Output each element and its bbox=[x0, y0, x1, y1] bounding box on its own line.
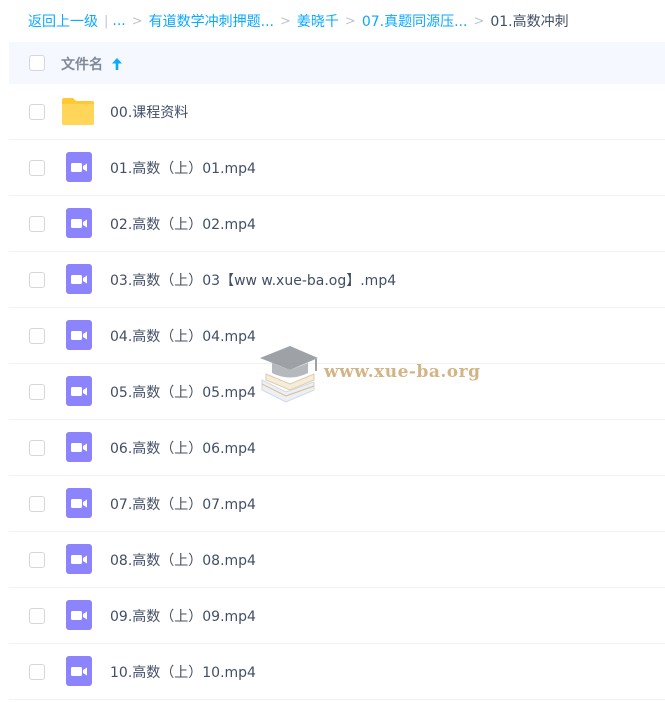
file-name[interactable]: 03.高数（上）03【ww w.xue-ba.og】.mp4 bbox=[110, 270, 396, 290]
video-file-icon bbox=[66, 488, 92, 518]
file-row-video[interactable]: 07.高数（上）07.mp4 bbox=[9, 476, 665, 532]
breadcrumb-separator: > bbox=[473, 13, 485, 29]
video-file-icon bbox=[66, 320, 92, 350]
back-link[interactable]: 返回上一级 bbox=[28, 11, 98, 31]
column-header-filename[interactable]: 文件名 bbox=[61, 54, 123, 74]
row-checkbox[interactable] bbox=[29, 384, 45, 400]
file-name[interactable]: 08.高数（上）08.mp4 bbox=[110, 550, 256, 570]
file-row-video[interactable]: 03.高数（上）03【ww w.xue-ba.og】.mp4 bbox=[9, 252, 665, 308]
file-row-video[interactable]: 01.高数（上）01.mp4 bbox=[9, 140, 665, 196]
file-row-video[interactable]: 04.高数（上）04.mp4 bbox=[9, 308, 665, 364]
file-name[interactable]: 01.高数（上）01.mp4 bbox=[110, 158, 256, 178]
breadcrumb: 返回上一级 | ... > 有道数学冲刺押题... > 姜晓千 > 07.真题同… bbox=[0, 0, 665, 42]
file-name[interactable]: 10.高数（上）10.mp4 bbox=[110, 662, 256, 682]
file-name[interactable]: 05.高数（上）05.mp4 bbox=[110, 382, 256, 402]
breadcrumb-item-series[interactable]: 07.真题同源压... bbox=[362, 11, 468, 31]
row-checkbox[interactable] bbox=[29, 160, 45, 176]
folder-icon bbox=[61, 96, 95, 126]
row-checkbox[interactable] bbox=[29, 272, 45, 288]
file-name[interactable]: 07.高数（上）07.mp4 bbox=[110, 494, 256, 514]
file-name[interactable]: 06.高数（上）06.mp4 bbox=[110, 438, 256, 458]
row-checkbox[interactable] bbox=[29, 440, 45, 456]
column-header-label: 文件名 bbox=[61, 57, 103, 73]
video-file-icon bbox=[66, 432, 92, 462]
file-row-video[interactable]: 09.高数（上）09.mp4 bbox=[9, 588, 665, 644]
video-file-icon bbox=[66, 152, 92, 182]
file-list: 00.课程资料 01.高数（上）01.mp4 02.高数（上）02.mp4 03… bbox=[9, 84, 665, 700]
breadcrumb-current: 01.高数冲刺 bbox=[490, 14, 569, 30]
file-row-video[interactable]: 02.高数（上）02.mp4 bbox=[9, 196, 665, 252]
file-row-folder[interactable]: 00.课程资料 bbox=[9, 84, 665, 140]
breadcrumb-item-course[interactable]: 有道数学冲刺押题... bbox=[149, 11, 274, 31]
file-row-video[interactable]: 08.高数（上）08.mp4 bbox=[9, 532, 665, 588]
breadcrumb-item-teacher[interactable]: 姜晓千 bbox=[297, 11, 339, 31]
row-checkbox[interactable] bbox=[29, 104, 45, 120]
breadcrumb-divider: | bbox=[104, 13, 109, 29]
file-row-video[interactable]: 10.高数（上）10.mp4 bbox=[9, 644, 665, 700]
file-row-video[interactable]: 05.高数（上）05.mp4 bbox=[9, 364, 665, 420]
breadcrumb-separator: > bbox=[344, 13, 356, 29]
row-checkbox[interactable] bbox=[29, 216, 45, 232]
file-name[interactable]: 02.高数（上）02.mp4 bbox=[110, 214, 256, 234]
file-name[interactable]: 04.高数（上）04.mp4 bbox=[110, 326, 256, 346]
video-file-icon bbox=[66, 264, 92, 294]
video-file-icon bbox=[66, 208, 92, 238]
select-all-checkbox[interactable] bbox=[29, 55, 45, 71]
file-row-video[interactable]: 06.高数（上）06.mp4 bbox=[9, 420, 665, 476]
row-checkbox[interactable] bbox=[29, 496, 45, 512]
row-checkbox[interactable] bbox=[29, 664, 45, 680]
row-checkbox[interactable] bbox=[29, 608, 45, 624]
breadcrumb-ellipsis[interactable]: ... bbox=[112, 13, 125, 29]
row-checkbox[interactable] bbox=[29, 328, 45, 344]
row-checkbox[interactable] bbox=[29, 552, 45, 568]
breadcrumb-separator: > bbox=[131, 13, 143, 29]
sort-ascending-icon[interactable] bbox=[111, 57, 123, 71]
file-name[interactable]: 00.课程资料 bbox=[110, 102, 188, 122]
file-name[interactable]: 09.高数（上）09.mp4 bbox=[110, 606, 256, 626]
video-file-icon bbox=[66, 544, 92, 574]
video-file-icon bbox=[66, 600, 92, 630]
file-list-header: 文件名 bbox=[9, 42, 665, 84]
breadcrumb-separator: > bbox=[280, 13, 291, 29]
video-file-icon bbox=[66, 656, 92, 686]
video-file-icon bbox=[66, 376, 92, 406]
